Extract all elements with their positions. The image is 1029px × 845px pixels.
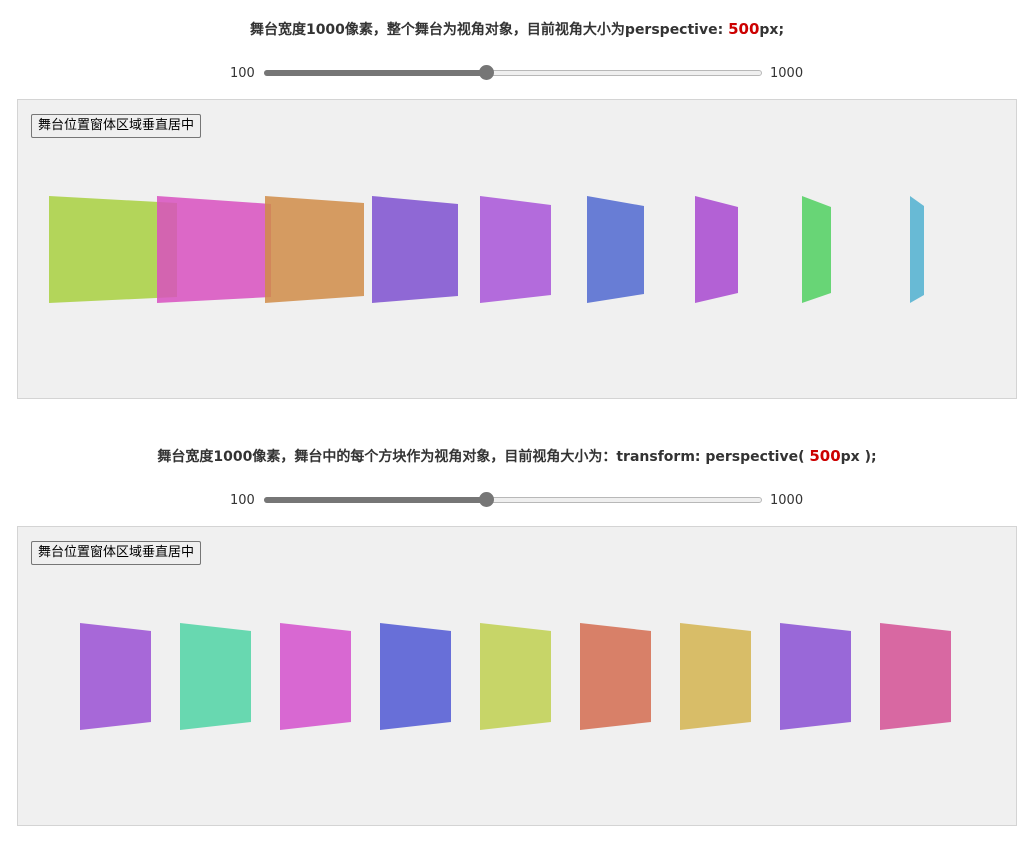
stage2-block-8 bbox=[780, 623, 851, 730]
section2-center-stage-button[interactable]: 舞台位置窗体区域垂直居中 bbox=[31, 541, 202, 565]
stage2-block-3 bbox=[280, 623, 351, 730]
stage2-block-1 bbox=[80, 623, 151, 730]
section2-stage: 舞台位置窗体区域垂直居中 bbox=[17, 526, 1017, 826]
stage1-block-7 bbox=[695, 196, 738, 303]
stage1-block-2 bbox=[157, 196, 271, 303]
section1-blocks bbox=[49, 196, 924, 303]
section2-perspective-slider-row: 100 1000 bbox=[0, 491, 1029, 511]
section2-slider-thumb[interactable] bbox=[478, 492, 494, 507]
stage1-block-5 bbox=[480, 196, 551, 303]
stage2-block-6 bbox=[580, 623, 651, 730]
stage1-block-3 bbox=[265, 196, 364, 303]
section2-title-prefix: 舞台宽度1000像素，舞台中的每个方块作为视角对象，目前视角大小为：transf… bbox=[157, 449, 810, 465]
section1-title-suffix: px; bbox=[759, 22, 785, 38]
section1-perspective-slider-row: 100 1000 bbox=[0, 64, 1029, 84]
stage1-block-8 bbox=[802, 196, 831, 303]
section2-slider-max-label: 1000 bbox=[770, 493, 804, 508]
stage2-block-7 bbox=[680, 623, 751, 730]
section1-slider-fill bbox=[264, 70, 487, 76]
section1-slider-thumb[interactable] bbox=[478, 65, 494, 80]
section1-perspective-value: 500 bbox=[728, 20, 760, 38]
stage1-block-6 bbox=[587, 196, 644, 303]
section2-blocks bbox=[80, 623, 951, 730]
section1-center-stage-button[interactable]: 舞台位置窗体区域垂直居中 bbox=[31, 114, 202, 138]
section2-slider-min-label: 100 bbox=[230, 493, 255, 508]
section1-slider-min-label: 100 bbox=[230, 66, 255, 81]
section2-title-suffix: px ); bbox=[840, 449, 877, 465]
section1-slider-max-label: 1000 bbox=[770, 66, 804, 81]
stage2-block-4 bbox=[380, 623, 451, 730]
stage2-block-2 bbox=[180, 623, 251, 730]
stage1-block-9 bbox=[910, 196, 924, 303]
stage1-block-4 bbox=[372, 196, 458, 303]
section2-title: 舞台宽度1000像素，舞台中的每个方块作为视角对象，目前视角大小为：transf… bbox=[0, 446, 1029, 466]
section1-title-prefix: 舞台宽度1000像素，整个舞台为视角对象，目前视角大小为perspective: bbox=[249, 22, 729, 38]
section2-slider-fill bbox=[264, 497, 487, 503]
section2-perspective-value: 500 bbox=[809, 447, 841, 465]
stage2-block-5 bbox=[480, 623, 551, 730]
stage2-block-9 bbox=[880, 623, 951, 730]
section1-title: 舞台宽度1000像素，整个舞台为视角对象，目前视角大小为perspective:… bbox=[0, 19, 1029, 39]
section1-stage: 舞台位置窗体区域垂直居中 bbox=[17, 99, 1017, 399]
